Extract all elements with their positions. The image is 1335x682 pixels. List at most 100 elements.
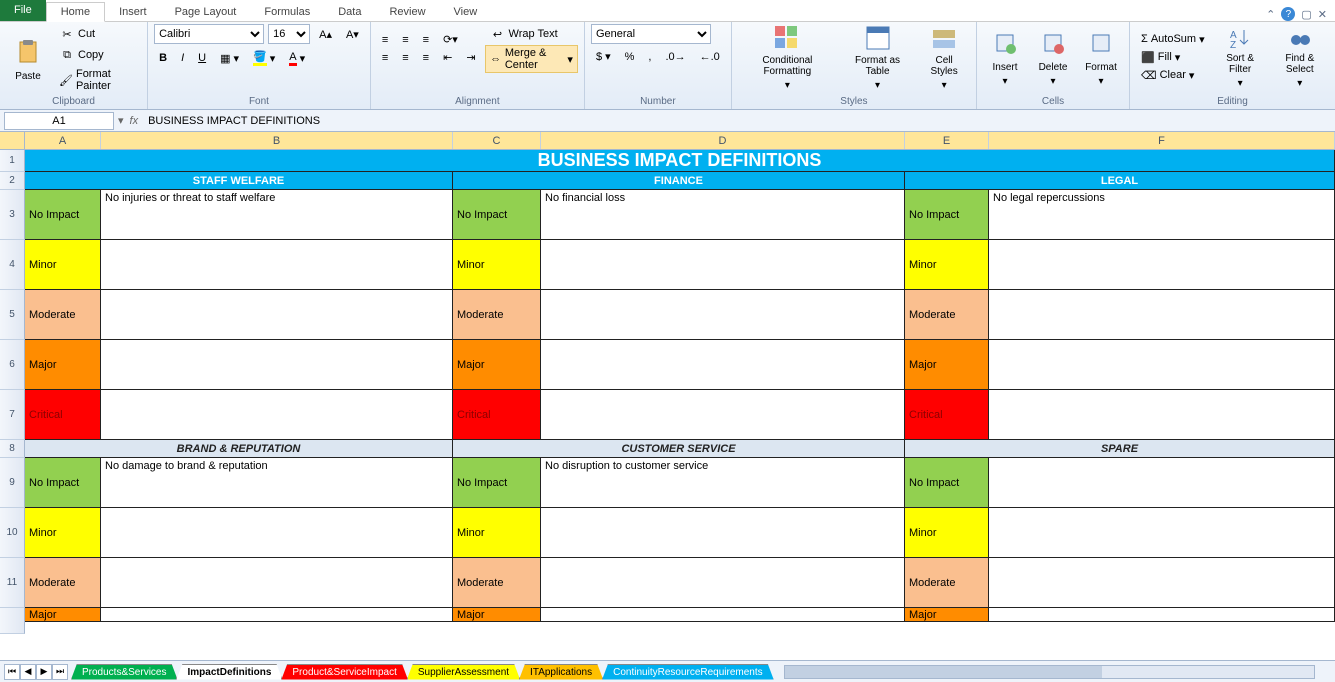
fill-color-button[interactable]: 🪣▾ bbox=[248, 48, 280, 68]
sheet-nav-prev[interactable]: ◀ bbox=[20, 664, 36, 680]
decrease-decimal-button[interactable]: ←.0 bbox=[695, 49, 725, 65]
impact-cell[interactable]: Moderate bbox=[453, 290, 541, 340]
align-left-button[interactable]: ≡ bbox=[377, 50, 393, 66]
row-header-8[interactable]: 8 bbox=[0, 440, 25, 458]
scrollbar-thumb[interactable] bbox=[785, 666, 1103, 678]
worksheet-grid[interactable]: 1 2 3 4 5 6 7 8 9 10 11 BUSINESS IMPACT … bbox=[0, 150, 1335, 652]
desc-cell[interactable] bbox=[989, 390, 1335, 440]
cell-cat-staff[interactable]: STAFF WELFARE bbox=[25, 172, 453, 190]
desc-cell[interactable]: No injuries or threat to staff welfare bbox=[101, 190, 453, 240]
row-header-2[interactable]: 2 bbox=[0, 172, 25, 190]
fill-button[interactable]: ⬛ Fill▾ bbox=[1136, 49, 1210, 66]
row-header-1[interactable]: 1 bbox=[0, 150, 25, 172]
desc-cell[interactable] bbox=[541, 608, 905, 622]
align-middle-button[interactable]: ≡ bbox=[397, 32, 413, 48]
align-center-button[interactable]: ≡ bbox=[397, 50, 413, 66]
number-format-select[interactable]: General bbox=[591, 24, 711, 44]
desc-cell[interactable]: No financial loss bbox=[541, 190, 905, 240]
row-header-7[interactable]: 7 bbox=[0, 390, 25, 440]
desc-cell[interactable]: No disruption to customer service bbox=[541, 458, 905, 508]
cell-title[interactable]: BUSINESS IMPACT DEFINITIONS bbox=[25, 150, 1335, 172]
desc-cell[interactable] bbox=[541, 240, 905, 290]
fx-label[interactable]: fx bbox=[124, 115, 145, 127]
desc-cell[interactable] bbox=[101, 240, 453, 290]
sort-filter-button[interactable]: AZSort & Filter▾ bbox=[1214, 24, 1267, 90]
row-header-11[interactable]: 11 bbox=[0, 558, 25, 608]
tab-data[interactable]: Data bbox=[324, 3, 375, 21]
impact-cell[interactable]: Major bbox=[25, 340, 101, 390]
delete-cells-button[interactable]: Delete▾ bbox=[1031, 24, 1075, 90]
sheet-tab[interactable]: ContinuityResourceRequirements bbox=[602, 664, 774, 680]
font-name-select[interactable]: Calibri bbox=[154, 24, 264, 44]
desc-cell[interactable] bbox=[989, 240, 1335, 290]
col-header-d[interactable]: D bbox=[541, 132, 905, 149]
tab-review[interactable]: Review bbox=[375, 3, 439, 21]
paste-button[interactable]: Paste bbox=[6, 26, 50, 92]
row-header-5[interactable]: 5 bbox=[0, 290, 25, 340]
desc-cell[interactable]: No legal repercussions bbox=[989, 190, 1335, 240]
cell-cat-customer[interactable]: CUSTOMER SERVICE bbox=[453, 440, 905, 458]
impact-cell[interactable]: Moderate bbox=[25, 290, 101, 340]
impact-cell[interactable]: No Impact bbox=[25, 458, 101, 508]
impact-cell[interactable]: Major bbox=[25, 608, 101, 622]
autosum-button[interactable]: Σ AutoSum▾ bbox=[1136, 31, 1210, 48]
col-header-e[interactable]: E bbox=[905, 132, 989, 149]
impact-cell[interactable]: Critical bbox=[453, 390, 541, 440]
row-header-12[interactable] bbox=[0, 608, 25, 634]
impact-cell[interactable]: No Impact bbox=[905, 190, 989, 240]
cell-cat-brand[interactable]: BRAND & REPUTATION bbox=[25, 440, 453, 458]
sheet-nav-first[interactable]: ⏮ bbox=[4, 664, 20, 680]
cell-cat-spare[interactable]: SPARE bbox=[905, 440, 1335, 458]
impact-cell[interactable]: Minor bbox=[25, 240, 101, 290]
increase-decimal-button[interactable]: .0→ bbox=[660, 49, 690, 65]
decrease-font-button[interactable]: A▾ bbox=[341, 26, 364, 43]
desc-cell[interactable] bbox=[989, 508, 1335, 558]
clear-button[interactable]: ⌫ Clear▾ bbox=[1136, 67, 1210, 84]
desc-cell[interactable] bbox=[541, 290, 905, 340]
font-size-select[interactable]: 16 bbox=[268, 24, 310, 44]
impact-cell[interactable]: Minor bbox=[25, 508, 101, 558]
increase-font-button[interactable]: A▴ bbox=[314, 26, 337, 43]
row-header-9[interactable]: 9 bbox=[0, 458, 25, 508]
impact-cell[interactable]: Major bbox=[453, 340, 541, 390]
desc-cell[interactable] bbox=[101, 558, 453, 608]
impact-cell[interactable]: No Impact bbox=[453, 458, 541, 508]
help-icon[interactable]: ? bbox=[1281, 7, 1295, 21]
tab-home[interactable]: Home bbox=[46, 2, 105, 22]
impact-cell[interactable]: Moderate bbox=[905, 558, 989, 608]
increase-indent-button[interactable]: ⇥ bbox=[461, 49, 480, 66]
impact-cell[interactable]: Minor bbox=[453, 240, 541, 290]
merge-center-button[interactable]: ⇔Merge & Center▾ bbox=[485, 45, 578, 73]
desc-cell[interactable] bbox=[101, 340, 453, 390]
row-header-3[interactable]: 3 bbox=[0, 190, 25, 240]
cell-cat-legal[interactable]: LEGAL bbox=[905, 172, 1335, 190]
desc-cell[interactable] bbox=[989, 458, 1335, 508]
impact-cell[interactable]: Major bbox=[453, 608, 541, 622]
cell-cat-finance[interactable]: FINANCE bbox=[453, 172, 905, 190]
wrap-text-button[interactable]: ↩Wrap Text bbox=[485, 24, 578, 44]
select-all-corner[interactable] bbox=[0, 132, 25, 149]
sheet-tab[interactable]: ImpactDefinitions bbox=[176, 664, 282, 680]
sheet-tab[interactable]: SupplierAssessment bbox=[407, 664, 520, 680]
file-tab[interactable]: File bbox=[0, 0, 46, 21]
copy-button[interactable]: ⧉Copy bbox=[54, 45, 141, 65]
desc-cell[interactable] bbox=[989, 340, 1335, 390]
desc-cell[interactable] bbox=[541, 340, 905, 390]
tab-insert[interactable]: Insert bbox=[105, 3, 161, 21]
desc-cell[interactable] bbox=[989, 608, 1335, 622]
comma-button[interactable]: , bbox=[643, 49, 656, 65]
impact-cell[interactable]: Critical bbox=[905, 390, 989, 440]
sheet-tab[interactable]: Products&Services bbox=[71, 664, 177, 680]
sheet-tab[interactable]: ITApplications bbox=[519, 664, 603, 680]
impact-cell[interactable]: Major bbox=[905, 340, 989, 390]
find-select-button[interactable]: Find & Select▾ bbox=[1271, 24, 1329, 90]
tab-page-layout[interactable]: Page Layout bbox=[161, 3, 251, 21]
percent-button[interactable]: % bbox=[620, 49, 640, 65]
horizontal-scrollbar[interactable] bbox=[784, 665, 1315, 679]
align-top-button[interactable]: ≡ bbox=[377, 32, 393, 48]
col-header-a[interactable]: A bbox=[25, 132, 101, 149]
font-color-button[interactable]: A▾ bbox=[284, 49, 310, 68]
italic-button[interactable]: I bbox=[176, 50, 189, 66]
row-header-4[interactable]: 4 bbox=[0, 240, 25, 290]
tab-view[interactable]: View bbox=[440, 3, 492, 21]
